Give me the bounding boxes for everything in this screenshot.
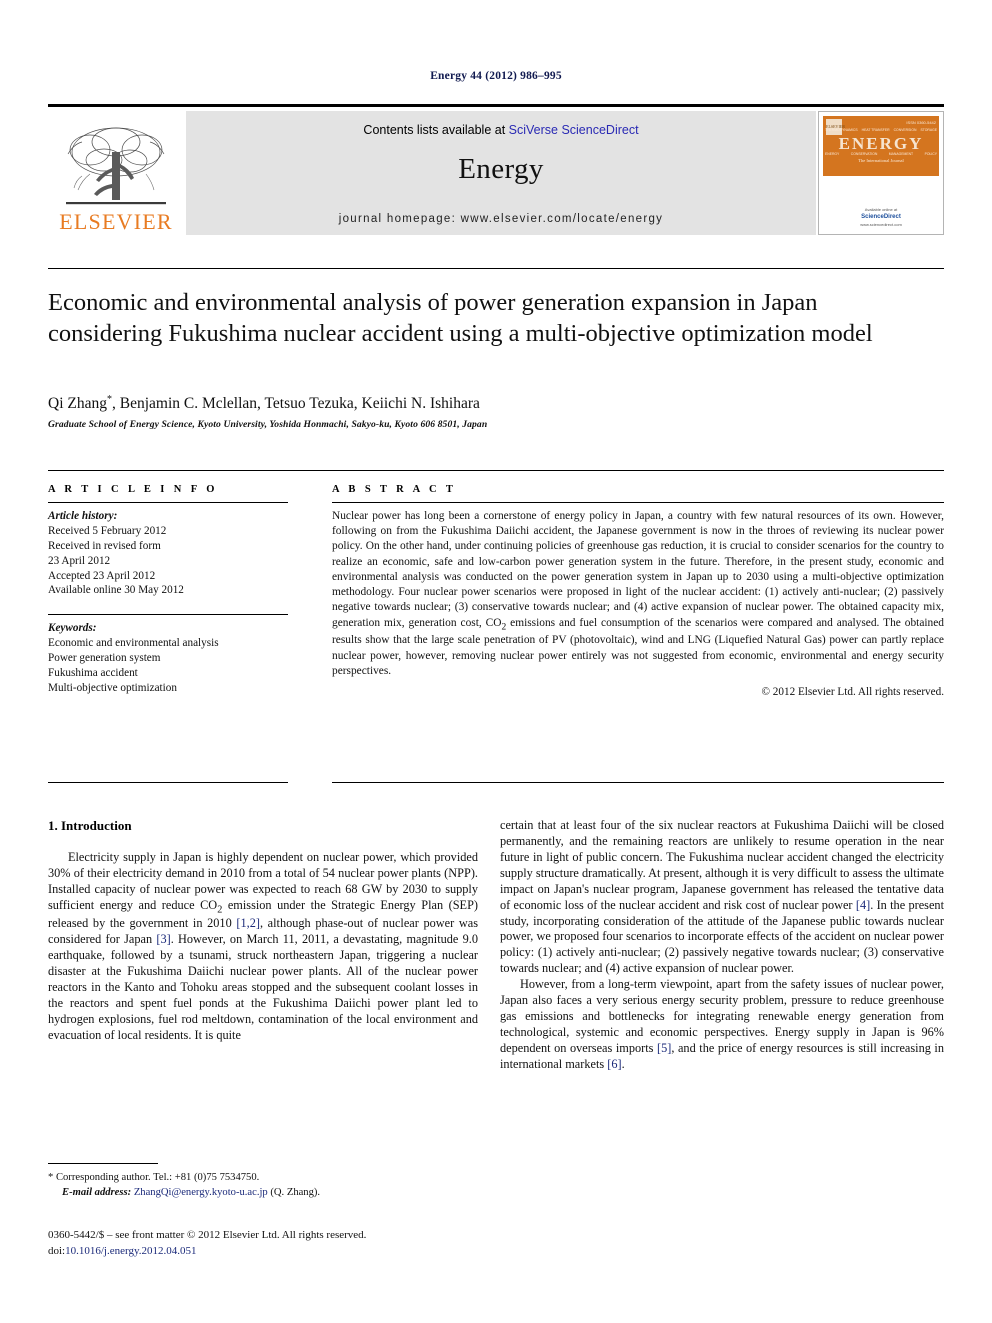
- keyword-item: Power generation system: [48, 652, 161, 665]
- paragraph: Electricity supply in Japan is highly de…: [48, 850, 479, 1042]
- body-column-left: 1. Introduction Electricity supply in Ja…: [48, 818, 478, 1044]
- doi-label: doi:: [48, 1244, 66, 1257]
- elsevier-wordmark: ELSEVIER: [59, 209, 173, 234]
- cover-tag: POLICY: [924, 152, 937, 156]
- email-suffix: (Q. Zhang).: [267, 1187, 321, 1199]
- article-info-rule: [48, 502, 288, 503]
- cover-tag: CONSERVATION: [850, 152, 878, 156]
- history-item: 23 April 2012: [48, 554, 111, 567]
- abstract-column: A B S T R A C T Nuclear power has long b…: [332, 484, 944, 698]
- cover-tag: MANAGEMENT: [888, 152, 914, 156]
- imprint-block: 0360-5442/$ – see front matter © 2012 El…: [48, 1228, 478, 1259]
- paper-page: Energy 44 (2012) 986–995 ELSEVIER Conten…: [0, 0, 992, 1323]
- abstract-heading: A B S T R A C T: [332, 484, 457, 495]
- cover-tags-bottom: ENERGY CONSERVATION MANAGEMENT POLICY: [825, 152, 937, 156]
- article-info-divider-bottom: [48, 782, 288, 783]
- imprint-line: 0360-5442/$ – see front matter © 2012 El…: [48, 1229, 367, 1241]
- cover-tag: ENERGY: [825, 152, 840, 156]
- keyword-item: Multi-objective optimization: [48, 681, 177, 694]
- corresponding-author-note: * Corresponding author. Tel.: +81 (0)75 …: [48, 1172, 260, 1183]
- page-title: Economic and environmental analysis of p…: [48, 289, 873, 347]
- author-names: Qi Zhang*, Benjamin C. Mclellan, Tetsuo …: [48, 394, 480, 413]
- masthead-center-band: Contents lists available at SciVerse Sci…: [184, 111, 818, 235]
- journal-cover-thumbnail: ELSEVIER ISSN 0360-5442 THERMODYNAMICS H…: [818, 111, 944, 235]
- article-info-heading: A R T I C L E I N F O: [48, 484, 218, 495]
- cover-issue-label: ISSN 0360-5442: [906, 120, 936, 125]
- journal-homepage-link[interactable]: journal homepage: www.elsevier.com/locat…: [186, 213, 816, 225]
- affiliation: Graduate School of Energy Science, Kyoto…: [48, 419, 488, 430]
- cover-title: ENERGY: [838, 134, 924, 153]
- paragraph: However, from a long-term viewpoint, apa…: [500, 977, 944, 1071]
- abstract-body: Nuclear power has long been a cornerston…: [332, 510, 944, 677]
- keywords-label: Keywords:: [48, 622, 97, 635]
- cover-footer: Available online at ScienceDirect www.sc…: [819, 207, 943, 228]
- sciencedirect-link[interactable]: SciVerse ScienceDirect: [509, 123, 639, 137]
- cover-tag: HEAT TRANSFER: [861, 128, 890, 132]
- cover-tag: STORAGE: [920, 128, 937, 132]
- section-heading-introduction: 1. Introduction: [48, 818, 132, 833]
- cover-tag: THERMODYNAMICS: [825, 128, 858, 132]
- doi-line: doi:10.1016/j.energy.2012.04.051: [48, 1244, 478, 1260]
- contents-available-line: Contents lists available at SciVerse Sci…: [186, 123, 816, 137]
- doi-link[interactable]: 10.1016/j.energy.2012.04.051: [65, 1245, 196, 1257]
- cover-publisher-mark: ELSEVIER: [826, 119, 845, 135]
- keywords-rule: [48, 614, 288, 616]
- cover-sciencedirect-mark: ScienceDirect: [861, 214, 901, 220]
- history-item: Accepted 23 April 2012: [48, 569, 156, 582]
- author-list: Qi Zhang*, Benjamin C. Mclellan, Tetsuo …: [48, 394, 928, 413]
- email-link[interactable]: ZhangQi@energy.kyoto-u.ac.jp: [134, 1187, 268, 1198]
- cover-tag: CONVERSION: [893, 128, 917, 132]
- history-item: Received in revised form: [48, 539, 161, 552]
- keyword-item: Economic and environmental analysis: [48, 637, 219, 650]
- history-item: Available online 30 May 2012: [48, 584, 184, 597]
- elsevier-tree-icon: [66, 127, 166, 205]
- abstract-divider-top: [48, 470, 944, 471]
- keyword-item: Fukushima accident: [48, 667, 138, 680]
- abstract-divider-bottom: [332, 782, 944, 783]
- keywords-block: Keywords: Economic and environmental ana…: [48, 621, 288, 695]
- article-history-block: Article history: Received 5 February 201…: [48, 509, 288, 598]
- cover-footer-line3: www.sciencedirect.com: [860, 222, 902, 227]
- cover-subtitle: The International Journal: [858, 158, 904, 163]
- article-info-column: A R T I C L E I N F O Article history: R…: [48, 484, 288, 696]
- title-divider: [48, 268, 944, 269]
- paragraph: certain that at least four of the six nu…: [500, 818, 944, 976]
- journal-title: Energy: [458, 153, 544, 185]
- elsevier-logo: ELSEVIER: [48, 111, 184, 235]
- email-note: E-mail address: ZhangQi@energy.kyoto-u.a…: [48, 1185, 478, 1200]
- abstract-copyright: © 2012 Elsevier Ltd. All rights reserved…: [761, 686, 945, 699]
- footnote-block: * Corresponding author. Tel.: +81 (0)75 …: [48, 1170, 478, 1200]
- abstract-text: Nuclear power has long been a cornerston…: [332, 509, 944, 679]
- article-history-label: Article history:: [48, 510, 118, 522]
- email-label: E-mail address:: [62, 1187, 132, 1199]
- cover-tags-top: THERMODYNAMICS HEAT TRANSFER CONVERSION …: [825, 128, 937, 132]
- contents-prefix: Contents lists available at: [363, 123, 509, 137]
- running-head: Energy 44 (2012) 986–995: [430, 70, 562, 82]
- footnote-divider: [48, 1163, 158, 1164]
- body-column-right: certain that at least four of the six nu…: [500, 818, 944, 1073]
- journal-masthead: ELSEVIER Contents lists available at Sci…: [48, 104, 944, 235]
- history-item: Received 5 February 2012: [48, 524, 167, 537]
- abstract-rule: [332, 502, 944, 503]
